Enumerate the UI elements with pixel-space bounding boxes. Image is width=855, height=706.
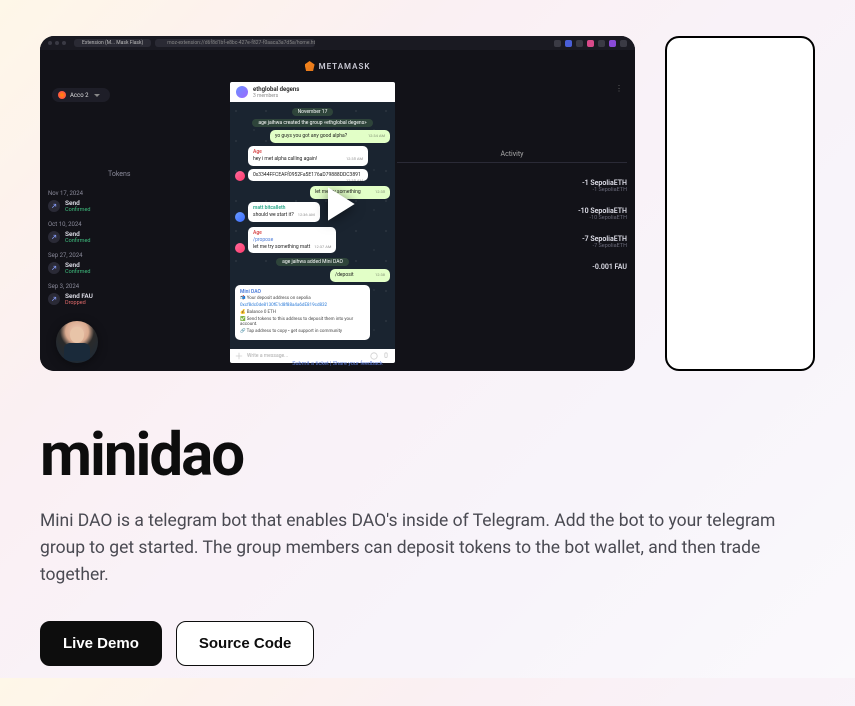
tx-date: Sep 3, 2024: [48, 283, 228, 290]
send-icon: [48, 293, 60, 305]
transaction-group: Sep 27, 2024 SendConfirmed: [48, 252, 228, 275]
account-avatar-icon: [58, 91, 66, 99]
date-pill: November 17: [292, 108, 334, 116]
account-selector[interactable]: Acco 2: [52, 88, 110, 102]
browser-tab: Extension (M... Mask Flask): [74, 39, 151, 47]
more-icon[interactable]: ⋮: [615, 84, 623, 93]
message-out: yo guys you got any good alpha?12:34 AM: [270, 130, 390, 143]
tokens-tab[interactable]: Tokens: [108, 170, 228, 178]
system-message: age jaihwa created the group «ethglobal …: [252, 119, 372, 127]
tx-date: Sep 27, 2024: [48, 252, 228, 259]
message-input[interactable]: Write a message...: [247, 353, 366, 359]
transaction-item[interactable]: SendConfirmed: [48, 261, 228, 275]
transaction-group: Oct 10, 2024 SendConfirmed: [48, 221, 228, 244]
source-code-button[interactable]: Source Code: [176, 621, 315, 666]
transaction-group: Sep 3, 2024 Send FAUDropped: [48, 283, 228, 306]
activity-tab[interactable]: Activity: [397, 150, 627, 163]
transaction-item[interactable]: SendConfirmed: [48, 230, 228, 244]
app-brand-header: METAMASK: [40, 50, 635, 82]
transaction-item[interactable]: SendConfirmed: [48, 199, 228, 213]
send-icon: [48, 262, 60, 274]
message-out: /deposit12:38: [330, 269, 390, 282]
chevron-down-icon: [94, 94, 100, 97]
wallet-right-panel: ⋮ Activity -1 SepoliaETH-1 SepoliaETH -1…: [397, 82, 627, 363]
project-title: minidao: [40, 419, 815, 490]
transaction-list: Nov 17, 2024 SendConfirmed Oct 10, 2024: [48, 190, 228, 306]
chat-header[interactable]: ethglobal degens 3 members: [230, 82, 395, 102]
browser-url: moz-extension://d6f8d1bf-e8bc-427e-f827-…: [155, 39, 315, 47]
tx-amount: -0.001 FAU: [397, 263, 627, 271]
emoji-icon[interactable]: [370, 352, 378, 360]
project-description: Mini DAO is a telegram bot that enables …: [40, 508, 800, 589]
tx-amount: -7 SepoliaETH-7 SepoliaETH: [397, 235, 627, 249]
mic-icon[interactable]: [382, 352, 390, 360]
user-avatar-icon: [235, 171, 245, 181]
secondary-media-card[interactable]: [665, 36, 815, 371]
message-in: matt bitcallethshould we start it?12:36 …: [248, 202, 320, 222]
send-icon: [48, 231, 60, 243]
live-demo-button[interactable]: Live Demo: [40, 621, 162, 666]
user-avatar-icon: [235, 212, 245, 222]
play-button[interactable]: [313, 179, 363, 229]
footer-links[interactable]: Submit a ticket | Share your feedback: [40, 361, 635, 367]
tx-date: Oct 10, 2024: [48, 221, 228, 228]
browser-chrome: Extension (M... Mask Flask) moz-extensio…: [40, 36, 635, 50]
message-in: Agehey i met alpha calling again!12:35 A…: [248, 146, 368, 166]
system-message: age jaihwa added Mini DAO: [276, 258, 349, 266]
transaction-item[interactable]: Send FAUDropped: [48, 292, 228, 306]
metamask-fox-icon: [305, 61, 315, 71]
bot-card-message: Mini DAO 📬 Your deposit address on sepol…: [235, 285, 370, 341]
account-name: Acco 2: [70, 92, 88, 99]
attach-icon[interactable]: [235, 352, 243, 360]
video-preview-card[interactable]: Extension (M... Mask Flask) moz-extensio…: [40, 36, 635, 371]
tx-date: Nov 17, 2024: [48, 190, 228, 197]
user-avatar-icon: [235, 243, 245, 253]
message-in: Age/proposelet me try something matt12:3…: [248, 227, 336, 254]
chat-title: ethglobal degens: [253, 86, 299, 93]
tx-amount: -10 SepoliaETH-10 SepoliaETH: [397, 207, 627, 221]
presenter-avatar: [56, 321, 98, 363]
group-avatar-icon: [236, 86, 248, 98]
tx-amount: -1 SepoliaETH-1 SepoliaETH: [397, 179, 627, 193]
chat-subtitle: 3 members: [253, 93, 299, 99]
transaction-group: Nov 17, 2024 SendConfirmed: [48, 190, 228, 213]
send-icon: [48, 200, 60, 212]
